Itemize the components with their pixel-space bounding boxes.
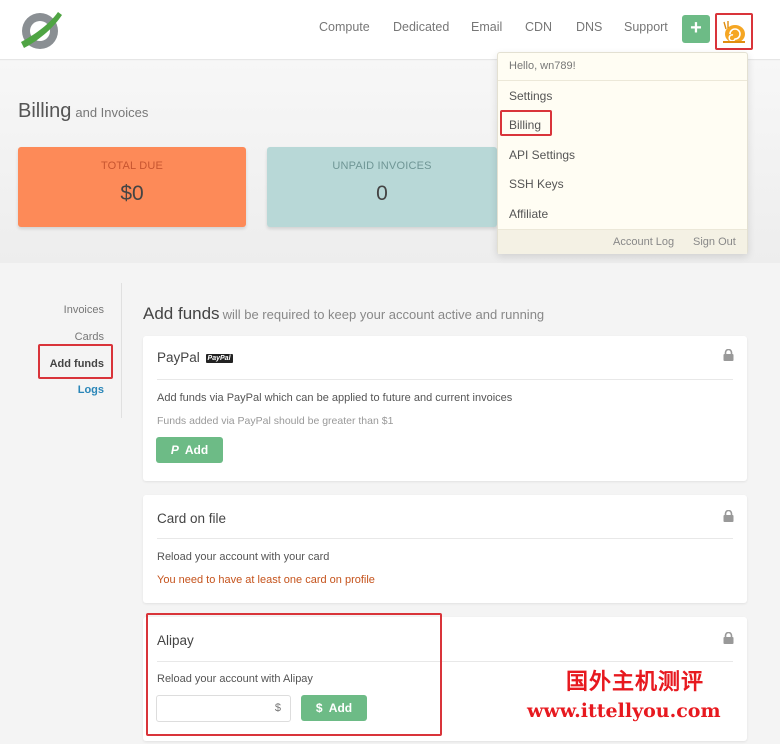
user-dropdown-menu: Hello, wn789! Settings Billing API Setti…	[497, 52, 748, 254]
sidebar-divider	[121, 283, 122, 418]
nav-cdn[interactable]: CDN	[525, 20, 552, 34]
nav-dns[interactable]: DNS	[576, 20, 602, 34]
snail-icon	[723, 21, 745, 43]
menu-item-billing[interactable]: Billing	[509, 118, 541, 132]
dropdown-footer: Account Log Sign Out	[498, 229, 747, 254]
sign-out-link[interactable]: Sign Out	[693, 236, 736, 248]
sidebar-item-logs[interactable]: Logs	[78, 384, 104, 396]
paypal-note: Funds added via PayPal should be greater…	[157, 415, 394, 427]
card-on-file-description: Reload your account with your card	[157, 551, 330, 563]
account-log-link[interactable]: Account Log	[613, 236, 674, 248]
total-due-label: TOTAL DUE	[100, 160, 164, 172]
page-title: Billing and Invoices	[18, 100, 148, 123]
add-button[interactable]: +	[682, 15, 710, 43]
paypal-add-button[interactable]: P Add	[156, 437, 223, 463]
total-due-card: TOTAL DUE $0	[18, 147, 246, 227]
lock-icon	[723, 349, 734, 361]
nav-dedicated[interactable]: Dedicated	[393, 20, 449, 34]
sidebar-item-invoices[interactable]: Invoices	[64, 304, 104, 316]
paypal-title: PayPal PayPal	[157, 350, 233, 365]
watermark-text: 国外主机测评	[566, 669, 705, 695]
menu-item-ssh-keys[interactable]: SSH Keys	[509, 177, 564, 191]
logo-icon[interactable]	[18, 6, 64, 52]
watermark-url: www.ittellyou.com	[527, 700, 721, 722]
menu-item-api-settings[interactable]: API Settings	[509, 148, 575, 162]
paypal-description: Add funds via PayPal which can be applie…	[157, 392, 513, 404]
total-due-value: $0	[120, 182, 144, 205]
sidebar-item-add-funds[interactable]: Add funds	[50, 358, 104, 370]
card-divider	[157, 379, 733, 380]
paypal-icon: P	[170, 443, 179, 457]
user-greeting: Hello, wn789!	[509, 60, 576, 72]
lock-icon	[723, 510, 734, 522]
nav-email[interactable]: Email	[471, 20, 502, 34]
alipay-highlight	[146, 613, 442, 736]
page-title-text: Billing	[18, 100, 72, 122]
sidebar-item-cards[interactable]: Cards	[75, 331, 104, 343]
nav-compute[interactable]: Compute	[319, 20, 370, 34]
user-avatar[interactable]	[715, 13, 753, 50]
paypal-title-text: PayPal	[157, 350, 200, 365]
top-navbar: Compute Dedicated Email CDN DNS Support …	[0, 0, 780, 60]
nav-support[interactable]: Support	[624, 20, 668, 34]
section-title: Add funds will be required to keep your a…	[143, 304, 544, 324]
menu-item-affiliate[interactable]: Affiliate	[509, 207, 548, 221]
unpaid-invoices-value: 0	[376, 182, 388, 205]
dropdown-divider	[498, 80, 747, 81]
section-subtitle: will be required to keep your account ac…	[222, 307, 545, 322]
unpaid-invoices-label: UNPAID INVOICES	[332, 160, 432, 172]
page-subtitle: and Invoices	[75, 105, 149, 120]
paypal-badge: PayPal	[205, 354, 233, 363]
section-title-text: Add funds	[143, 304, 220, 323]
lock-icon	[723, 632, 734, 644]
menu-item-settings[interactable]: Settings	[509, 89, 552, 103]
unpaid-invoices-card[interactable]: UNPAID INVOICES 0	[267, 147, 497, 227]
paypal-add-label: Add	[184, 443, 209, 457]
paypal-card: PayPal PayPal Add funds via PayPal which…	[143, 336, 747, 481]
card-on-file-card: Card on file Reload your account with yo…	[143, 495, 747, 603]
card-on-file-title: Card on file	[157, 511, 227, 526]
card-on-file-warning: You need to have at least one card on pr…	[157, 574, 375, 586]
card-divider	[157, 538, 733, 539]
